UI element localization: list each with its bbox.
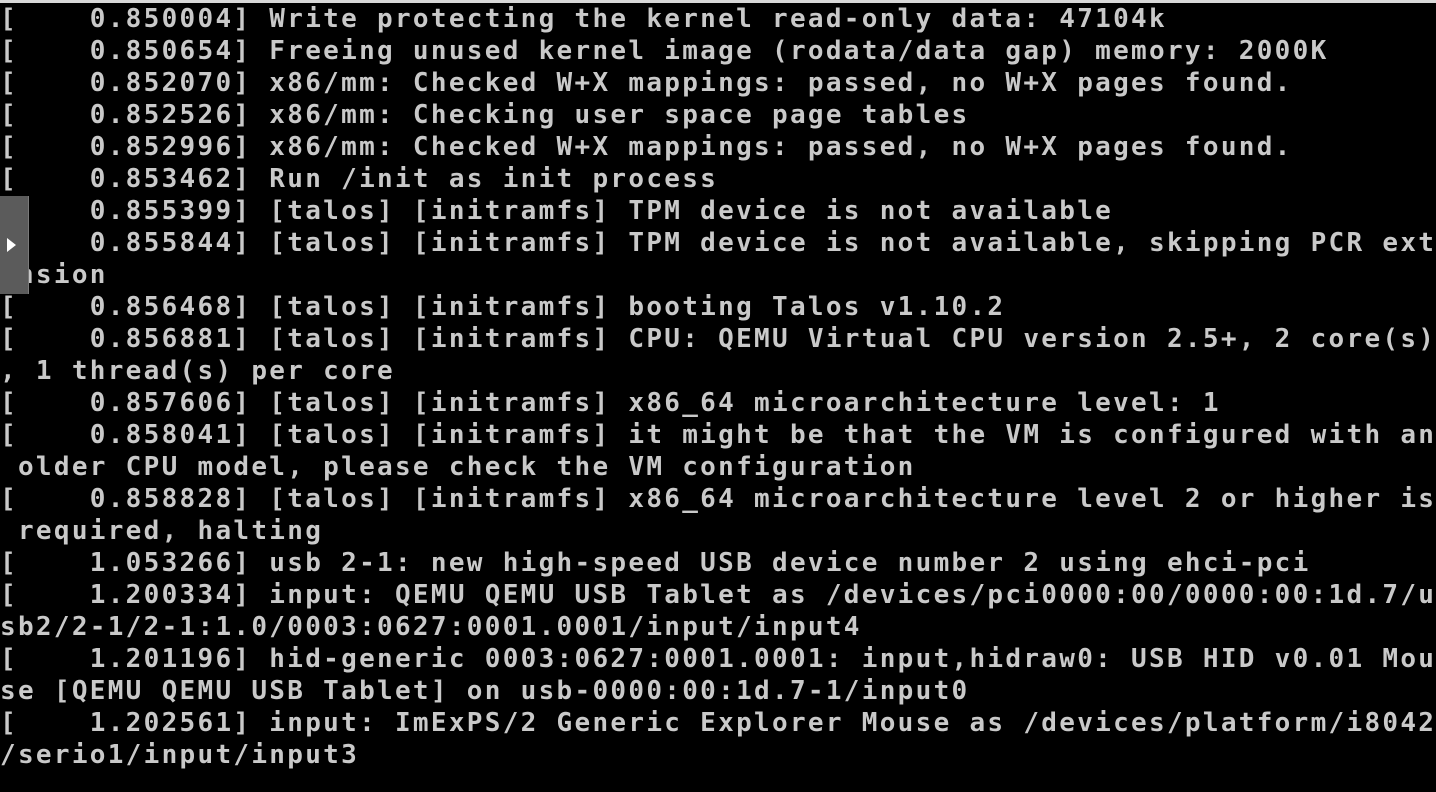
kernel-log-output: [ 0.850004] Write protecting the kernel … <box>0 3 1436 771</box>
side-panel-toggle[interactable] <box>0 196 29 294</box>
log-line: [ 1.053266] usb 2-1: new high-speed USB … <box>0 548 1311 578</box>
log-line: [ 0.852996] x86/mm: Checked W+X mappings… <box>0 132 1293 162</box>
log-line: sb2/2-1/2-1:1.0/0003:0627:0001.0001/inpu… <box>0 612 862 642</box>
log-line: [ 0.852070] x86/mm: Checked W+X mappings… <box>0 68 1293 98</box>
log-line: [ 0.855844] [talos] [initramfs] TPM devi… <box>0 228 1436 258</box>
log-line: [ 1.201196] hid-generic 0003:0627:0001.0… <box>0 644 1436 674</box>
log-line: [ 0.853462] Run /init as init process <box>0 164 719 194</box>
log-line: required, halting <box>0 516 324 546</box>
log-line: [ 0.852526] x86/mm: Checking user space … <box>0 100 970 130</box>
log-line: [ 0.855399] [talos] [initramfs] TPM devi… <box>0 196 1114 226</box>
log-line: [ 1.202561] input: ImExPS/2 Generic Expl… <box>0 708 1436 738</box>
vm-console-screen[interactable]: [ 0.850004] Write protecting the kernel … <box>0 0 1436 792</box>
log-line: ension <box>0 260 108 290</box>
log-line: /serio1/input/input3 <box>0 740 360 770</box>
log-line: [ 0.858041] [talos] [initramfs] it might… <box>0 420 1436 450</box>
log-line: [ 1.200334] input: QEMU QEMU USB Tablet … <box>0 580 1436 610</box>
log-line: older CPU model, please check the VM con… <box>0 452 916 482</box>
log-line: , 1 thread(s) per core <box>0 356 395 386</box>
log-line: [ 0.850004] Write protecting the kernel … <box>0 4 1167 34</box>
log-line: [ 0.850654] Freeing unused kernel image … <box>0 36 1329 66</box>
log-line: [ 0.856468] [talos] [initramfs] booting … <box>0 292 1006 322</box>
log-line: [ 0.858828] [talos] [initramfs] x86_64 m… <box>0 484 1436 514</box>
log-line: [ 0.856881] [talos] [initramfs] CPU: QEM… <box>0 324 1436 354</box>
log-line: se [QEMU QEMU USB Tablet] on usb-0000:00… <box>0 676 970 706</box>
log-line: [ 0.857606] [talos] [initramfs] x86_64 m… <box>0 388 1221 418</box>
chevron-right-icon <box>7 238 16 252</box>
